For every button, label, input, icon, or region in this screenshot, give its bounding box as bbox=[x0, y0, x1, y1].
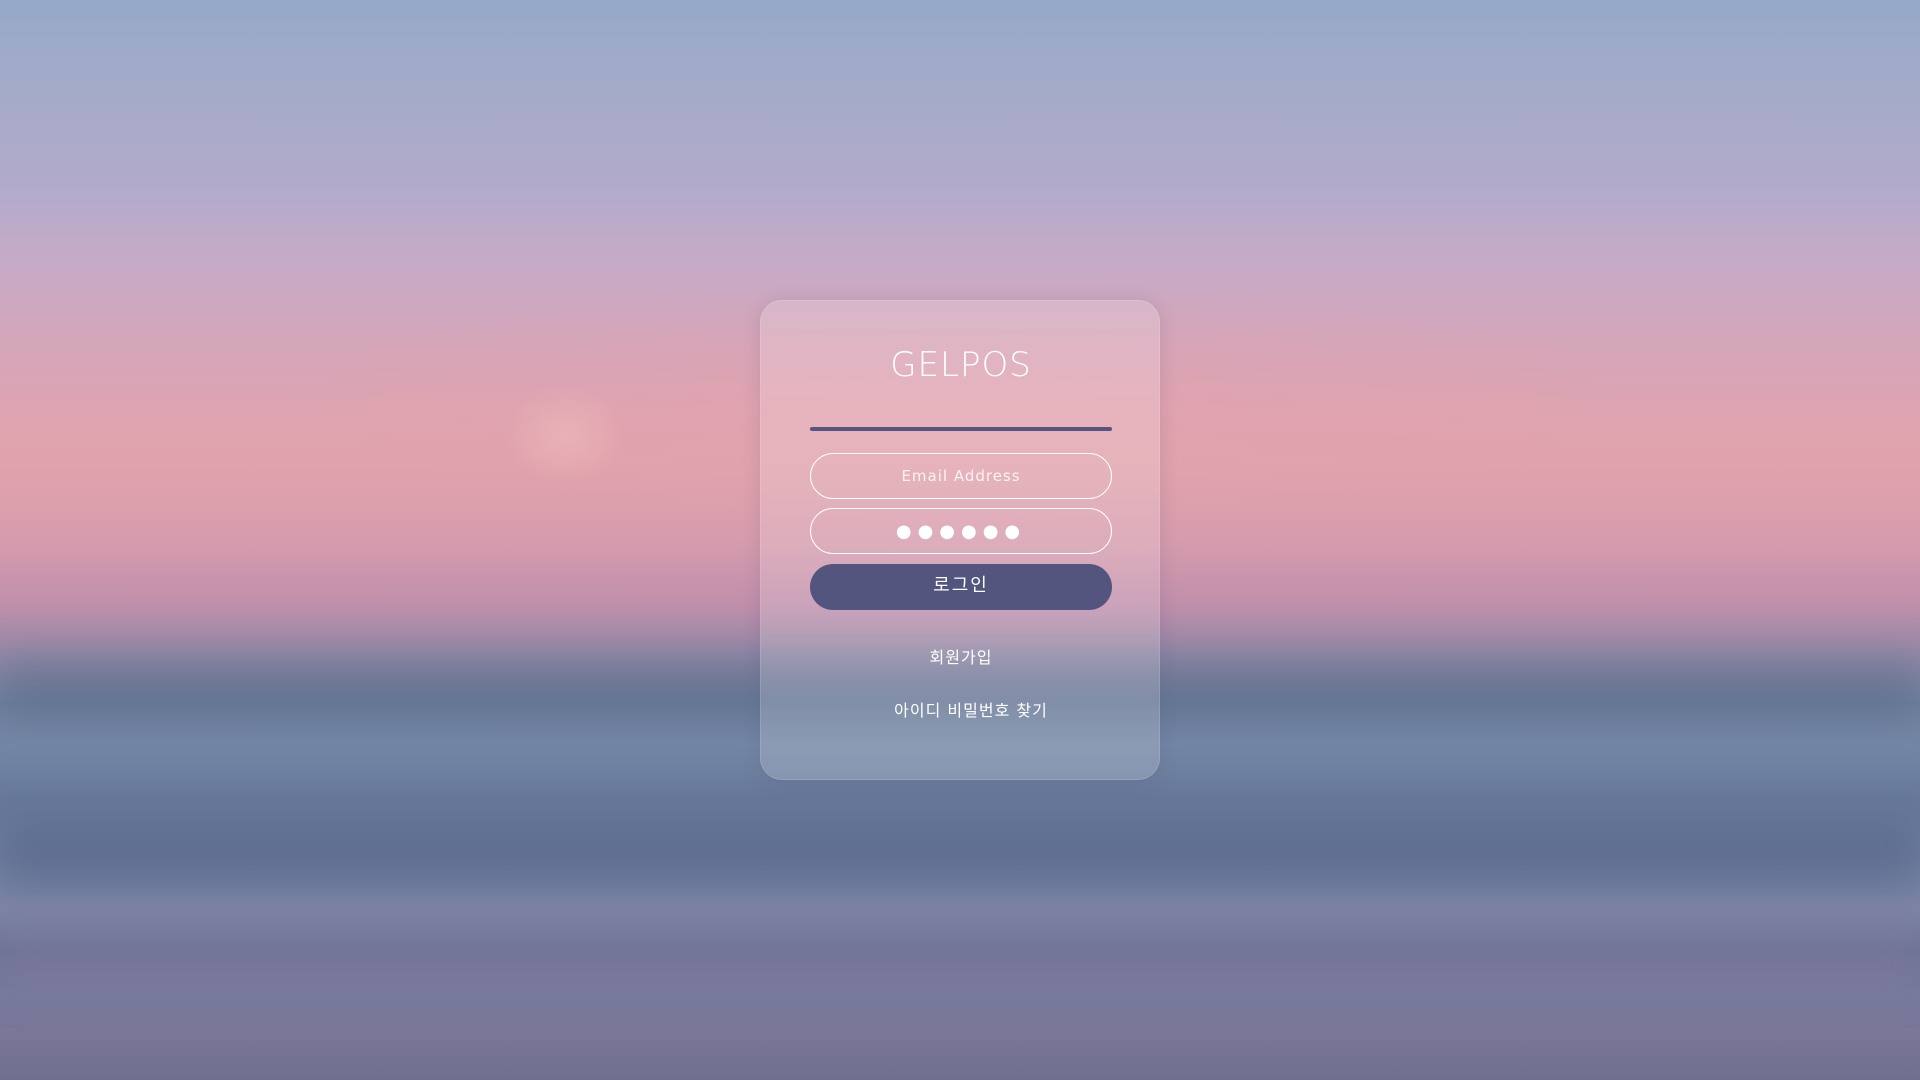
find-account-link[interactable]: 아이디 비밀번호 찾기 bbox=[771, 697, 1171, 721]
title-divider bbox=[810, 427, 1112, 431]
background-band bbox=[0, 930, 1920, 990]
app-title: GELPOS bbox=[890, 345, 1032, 385]
background-band bbox=[0, 820, 1920, 890]
login-button[interactable]: 로그인 bbox=[810, 564, 1112, 610]
login-card: GELPOS 로그인 회원가입 아이디 비밀번호 찾기 bbox=[760, 300, 1160, 780]
signup-link[interactable]: 회원가입 bbox=[761, 644, 1161, 668]
email-field[interactable] bbox=[810, 453, 1112, 499]
password-field[interactable] bbox=[810, 508, 1112, 554]
